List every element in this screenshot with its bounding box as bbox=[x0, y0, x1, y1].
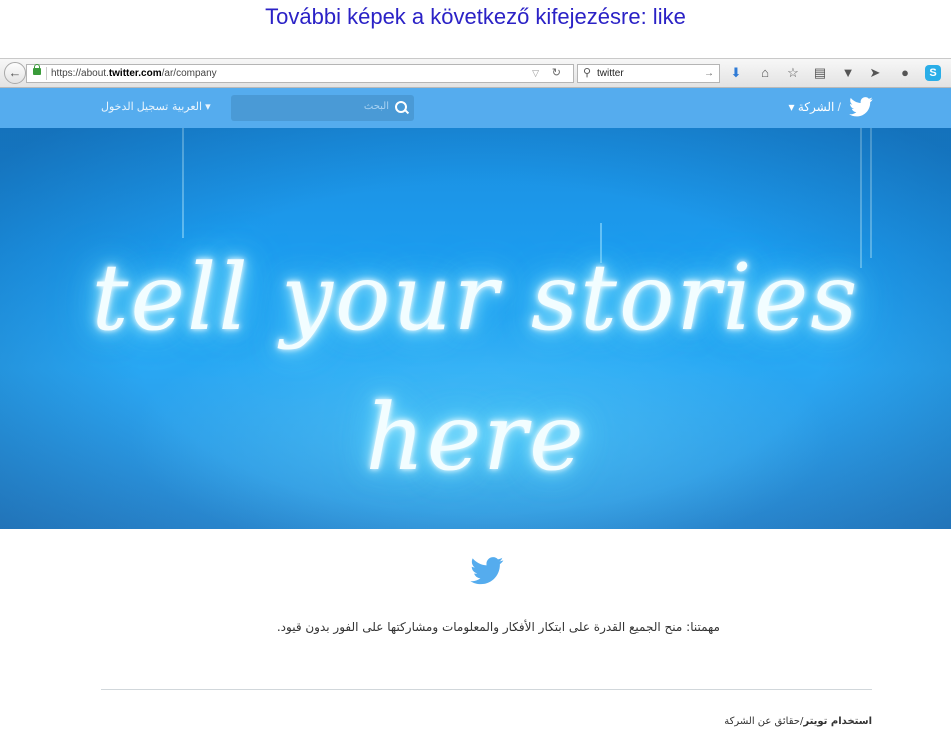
breadcrumb-company-facts: حقائق عن الشركة bbox=[724, 716, 800, 727]
browser-search-box[interactable]: ⚲ twitter → bbox=[577, 64, 720, 83]
twitter-bird-icon[interactable] bbox=[849, 97, 873, 117]
more-images-heading[interactable]: További képek a következő kifejezésre: l… bbox=[0, 0, 951, 36]
go-arrow-icon[interactable]: → bbox=[704, 65, 714, 82]
breadcrumb: استخدام تويتر/حقائق عن الشركة bbox=[600, 716, 872, 727]
reading-list-icon[interactable]: ▤ bbox=[811, 64, 829, 82]
bookmark-star-icon[interactable]: ☆ bbox=[784, 64, 802, 82]
search-icon: ⚲ bbox=[583, 67, 592, 79]
search-icon[interactable] bbox=[395, 101, 407, 113]
language-menu[interactable]: العربية ▾ bbox=[172, 100, 211, 113]
breadcrumb-using-twitter[interactable]: استخدام تويتر bbox=[803, 716, 872, 727]
chevron-down-icon: ▾ bbox=[788, 100, 798, 114]
pocket-icon[interactable]: ▼ bbox=[839, 64, 857, 82]
neon-sign-text: tell your stories here bbox=[91, 244, 860, 491]
page: További képek a következő kifejezésre: l… bbox=[0, 0, 951, 747]
search-placeholder: البحث bbox=[363, 101, 389, 112]
twitter-search-input[interactable]: البحث bbox=[231, 95, 414, 121]
section-divider bbox=[101, 689, 872, 690]
company-label: الشركة bbox=[797, 100, 835, 114]
download-icon[interactable]: ⬇ bbox=[727, 64, 745, 82]
nav-slash: / bbox=[834, 100, 841, 114]
chevron-down-icon: ▾ bbox=[202, 101, 211, 113]
chat-icon[interactable]: ● bbox=[896, 64, 914, 82]
twitter-bird-icon bbox=[470, 557, 504, 585]
dropdown-icon[interactable]: ▽ bbox=[532, 65, 539, 82]
address-bar[interactable]: https://about.twitter.com/ar/company ▽ ↻ bbox=[26, 64, 574, 83]
skype-icon[interactable]: S bbox=[925, 65, 941, 81]
url-prefix: https://about. bbox=[51, 68, 109, 79]
url-text: https://about.twitter.com/ar/company bbox=[51, 65, 217, 82]
lock-icon bbox=[33, 64, 41, 75]
address-divider bbox=[46, 67, 47, 80]
mission-statement: مهمتنا: منح الجميع القدرة على ابتكار الأ… bbox=[276, 620, 720, 634]
back-arrow-icon[interactable]: ← bbox=[4, 62, 26, 84]
home-icon[interactable]: ⌂ bbox=[756, 64, 774, 82]
twitter-navbar: / الشركة ▾ البحث العربية ▾ تسجيل الدخول bbox=[0, 88, 951, 128]
send-icon[interactable]: ➤ bbox=[866, 64, 884, 82]
browser-toolbar: ← https://about.twitter.com/ar/company ▽… bbox=[0, 58, 951, 88]
hero-neon-image: tell your stories here bbox=[0, 128, 951, 529]
url-path: /ar/company bbox=[161, 68, 217, 79]
company-menu[interactable]: / الشركة ▾ bbox=[789, 100, 842, 114]
url-domain: twitter.com bbox=[108, 68, 162, 79]
language-label: العربية bbox=[172, 101, 203, 113]
browser-search-value: twitter bbox=[597, 68, 624, 79]
login-link[interactable]: تسجيل الدخول bbox=[101, 100, 168, 113]
reload-icon[interactable]: ↻ bbox=[552, 65, 561, 82]
